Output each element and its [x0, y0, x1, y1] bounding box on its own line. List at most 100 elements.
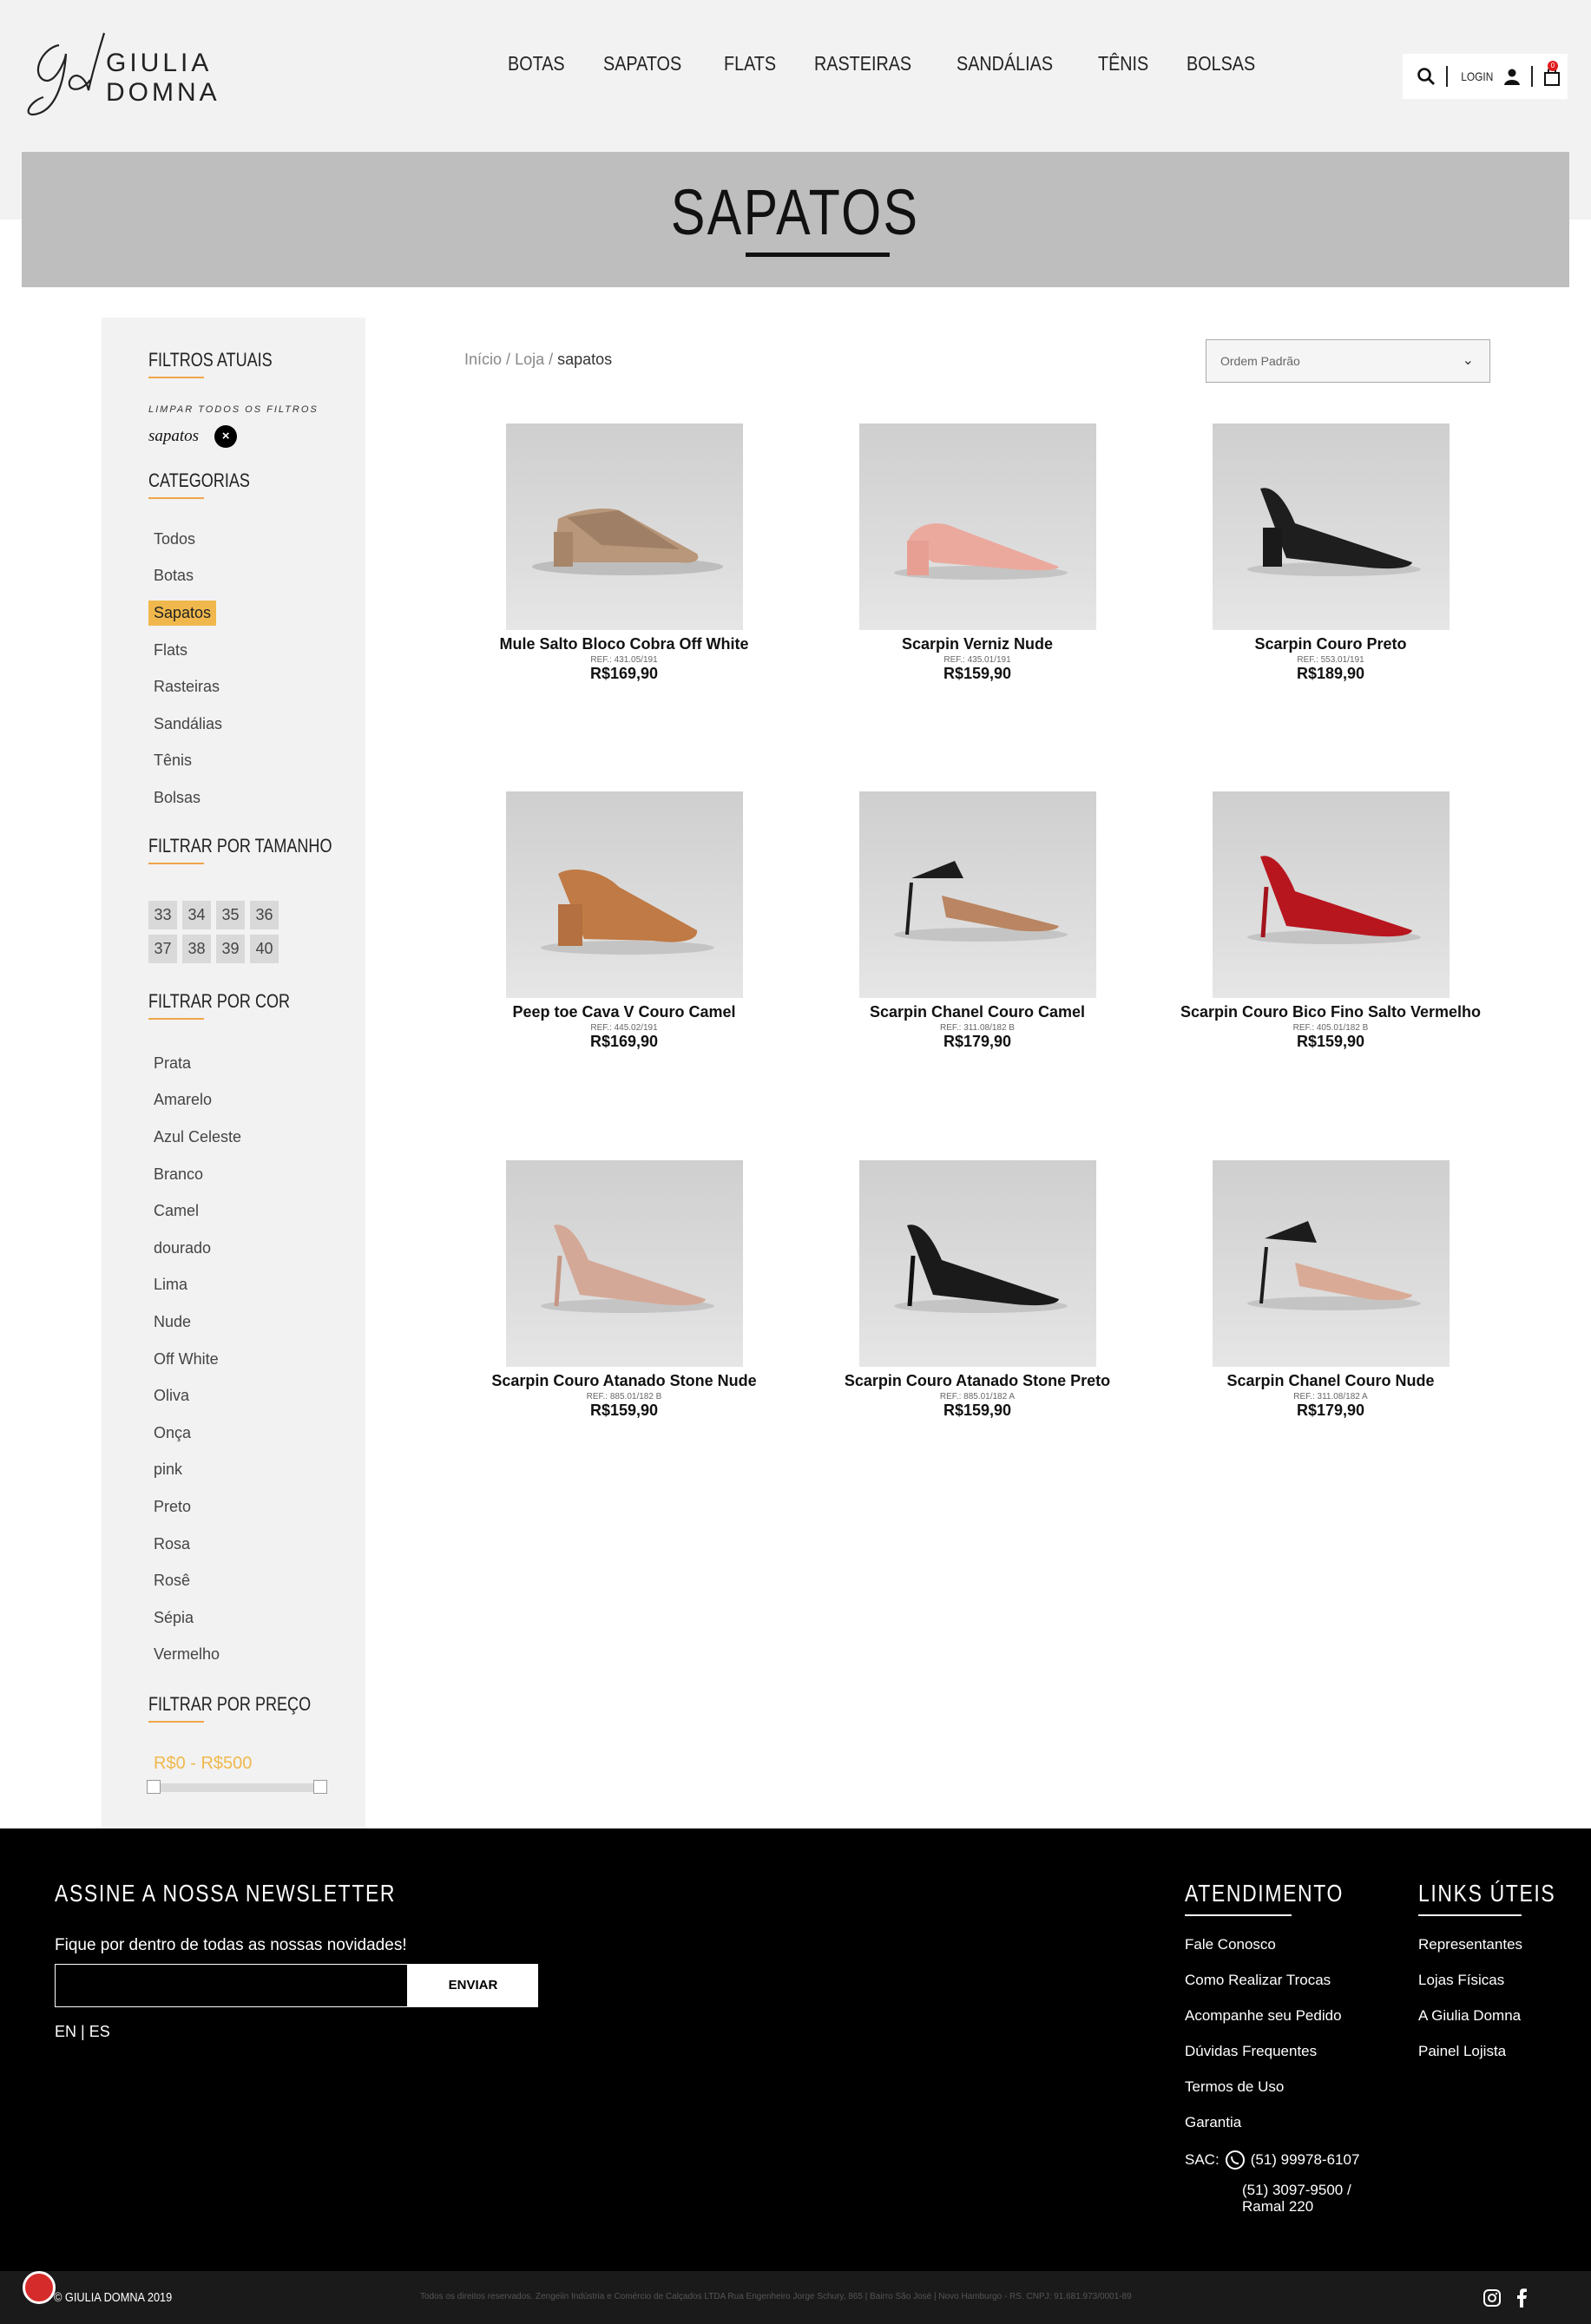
product-image[interactable]	[1212, 423, 1450, 630]
color-item[interactable]: Onça	[148, 1415, 247, 1452]
product-name[interactable]: Scarpin Couro Atanado Stone Preto	[800, 1372, 1154, 1390]
color-item[interactable]: Prata	[148, 1045, 247, 1082]
slider-min-handle[interactable]	[147, 1780, 161, 1794]
lang-en[interactable]: EN	[55, 2023, 76, 2040]
product-card[interactable]: Mule Salto Bloco Cobra Off White REF.: 4…	[447, 423, 801, 683]
color-item[interactable]: Lima	[148, 1267, 247, 1304]
size-option[interactable]: 40	[250, 935, 279, 963]
nav-flats[interactable]: FLATS	[724, 52, 776, 75]
footer-link[interactable]: Como Realizar Trocas	[1185, 1972, 1331, 1989]
category-item[interactable]: Sandálias	[148, 706, 227, 743]
product-name[interactable]: Scarpin Couro Atanado Stone Nude	[447, 1372, 801, 1390]
product-image[interactable]	[858, 1160, 1096, 1367]
color-item[interactable]: pink	[148, 1452, 247, 1489]
size-option[interactable]: 37	[148, 935, 177, 963]
clear-filters-link[interactable]: LIMPAR TODOS OS FILTROS	[148, 404, 319, 415]
user-icon[interactable]	[1503, 68, 1521, 85]
product-name[interactable]: Scarpin Couro Preto	[1154, 635, 1508, 653]
product-image[interactable]	[1212, 1160, 1450, 1367]
footer-link[interactable]: Fale Conosco	[1185, 1936, 1276, 1953]
color-item[interactable]: Rosa	[148, 1526, 247, 1563]
product-image[interactable]	[858, 423, 1096, 630]
breadcrumb-home[interactable]: Início	[464, 351, 502, 368]
footer-link[interactable]: A Giulia Domna	[1418, 2007, 1521, 2025]
color-item[interactable]: Azul Celeste	[148, 1119, 247, 1156]
color-item[interactable]: Sépia	[148, 1599, 247, 1637]
color-item[interactable]: Oliva	[148, 1377, 247, 1415]
product-name[interactable]: Scarpin Chanel Couro Nude	[1154, 1372, 1508, 1390]
footer-link[interactable]: Painel Lojista	[1418, 2043, 1506, 2060]
product-name[interactable]: Scarpin Chanel Couro Camel	[800, 1003, 1154, 1021]
product-name[interactable]: Scarpin Couro Bico Fino Salto Vermelho	[1154, 1003, 1508, 1021]
color-item[interactable]: Branco	[148, 1156, 247, 1193]
footer-link[interactable]: Representantes	[1418, 1936, 1522, 1953]
footer-link[interactable]: Lojas Físicas	[1418, 1972, 1504, 1989]
color-item[interactable]: Preto	[148, 1488, 247, 1526]
size-option[interactable]: 35	[216, 901, 245, 929]
product-card[interactable]: Scarpin Couro Bico Fino Salto Vermelho R…	[1154, 791, 1508, 1051]
breadcrumb-shop[interactable]: Loja	[515, 351, 544, 368]
category-item-active[interactable]: Sapatos	[148, 594, 227, 632]
search-icon[interactable]	[1417, 67, 1436, 86]
color-item[interactable]: Amarelo	[148, 1082, 247, 1119]
category-item[interactable]: Bolsas	[148, 779, 227, 817]
product-image[interactable]	[505, 1160, 743, 1367]
product-name[interactable]: Peep toe Cava V Couro Camel	[447, 1003, 801, 1021]
product-card[interactable]: Scarpin Chanel Couro Nude REF.: 311.08/1…	[1154, 1160, 1508, 1420]
active-filter-chip[interactable]: sapatos ×	[148, 425, 238, 448]
newsletter-email-input[interactable]	[55, 1964, 408, 2007]
product-card[interactable]: Scarpin Couro Preto REF.: 553.01/191 R$1…	[1154, 423, 1508, 683]
sac-phone[interactable]: (51) 3097-9500 /	[1242, 2182, 1351, 2199]
product-card[interactable]: Scarpin Chanel Couro Camel REF.: 311.08/…	[800, 791, 1154, 1051]
product-card[interactable]: Scarpin Couro Atanado Stone Preto REF.: …	[800, 1160, 1154, 1420]
color-item[interactable]: Camel	[148, 1192, 247, 1230]
login-link[interactable]: LOGIN	[1461, 69, 1493, 83]
category-item[interactable]: Flats	[148, 632, 227, 669]
price-slider[interactable]	[147, 1780, 327, 1794]
color-item[interactable]: Off White	[148, 1341, 247, 1378]
brand-logo[interactable]: GIULIA DOMNA	[24, 30, 302, 125]
product-card[interactable]: Scarpin Verniz Nude REF.: 435.01/191 R$1…	[800, 423, 1154, 683]
product-image[interactable]	[505, 791, 743, 998]
close-icon[interactable]: ×	[214, 425, 238, 448]
newsletter-submit-button[interactable]: ENVIAR	[408, 1964, 538, 2007]
category-item[interactable]: Todos	[148, 521, 227, 558]
product-card[interactable]: Scarpin Couro Atanado Stone Nude REF.: 8…	[447, 1160, 801, 1420]
category-item[interactable]: Tênis	[148, 743, 227, 780]
nav-sapatos[interactable]: SAPATOS	[603, 52, 681, 75]
lang-es[interactable]: ES	[89, 2023, 110, 2040]
product-card[interactable]: Peep toe Cava V Couro Camel REF.: 445.02…	[447, 791, 801, 1051]
category-label: Sandálias	[154, 714, 223, 732]
footer-link[interactable]: Dúvidas Frequentes	[1185, 2043, 1317, 2060]
color-item[interactable]: Vermelho	[148, 1637, 247, 1674]
nav-sandalias[interactable]: SANDÁLIAS	[957, 52, 1053, 75]
footer-link[interactable]: Termos de Uso	[1185, 2078, 1284, 2096]
sac-whatsapp[interactable]: (51) 99978-6107	[1251, 2151, 1360, 2169]
size-option[interactable]: 33	[148, 901, 177, 929]
size-option[interactable]: 39	[216, 935, 245, 963]
category-item[interactable]: Botas	[148, 558, 227, 595]
product-name[interactable]: Mule Salto Bloco Cobra Off White	[447, 635, 801, 653]
category-item[interactable]: Rasteiras	[148, 668, 227, 706]
sort-select[interactable]: Ordem Padrão ⌄	[1206, 339, 1490, 383]
product-image[interactable]	[858, 791, 1096, 998]
color-item[interactable]: dourado	[148, 1230, 247, 1267]
nav-botas[interactable]: BOTAS	[508, 52, 565, 75]
instagram-icon[interactable]	[1483, 2288, 1502, 2308]
nav-tenis[interactable]: TÊNIS	[1098, 52, 1148, 75]
footer-link[interactable]: Acompanhe seu Pedido	[1185, 2007, 1342, 2025]
slider-max-handle[interactable]	[313, 1780, 327, 1794]
color-item[interactable]: Rosê	[148, 1562, 247, 1599]
nav-bolsas[interactable]: BOLSAS	[1187, 52, 1255, 75]
product-name[interactable]: Scarpin Verniz Nude	[800, 635, 1154, 653]
size-option[interactable]: 34	[182, 901, 211, 929]
facebook-icon[interactable]	[1515, 2288, 1528, 2308]
nav-rasteiras[interactable]: RASTEIRAS	[814, 52, 911, 75]
footer-link[interactable]: Garantia	[1185, 2114, 1241, 2131]
size-option[interactable]: 38	[182, 935, 211, 963]
product-image[interactable]	[505, 423, 743, 630]
size-option[interactable]: 36	[250, 901, 279, 929]
notification-bell-icon[interactable]	[23, 2271, 56, 2304]
color-item[interactable]: Nude	[148, 1303, 247, 1341]
product-image[interactable]	[1212, 791, 1450, 998]
